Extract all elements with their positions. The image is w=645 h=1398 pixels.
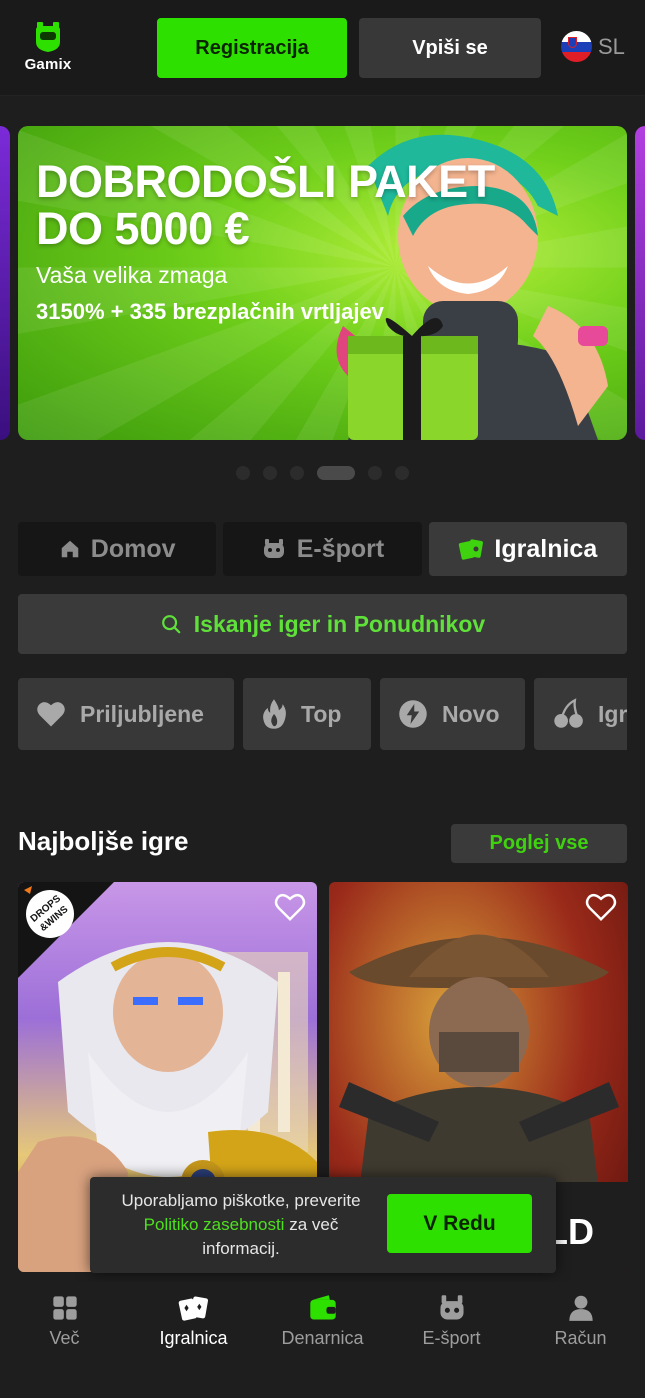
filter-new[interactable]: Novo [380, 678, 525, 750]
nav-item-account[interactable]: Račun [516, 1282, 645, 1398]
chip-label: Top [301, 700, 342, 727]
gift-box [348, 318, 478, 440]
banner-title-line1: DOBRODOŠLI PAKET [36, 156, 495, 207]
nav-label: E-šport [422, 1328, 481, 1348]
section-title: Najboljše igre [18, 826, 189, 856]
banner-title: DOBRODOŠLI PAKET DO 5000 € [36, 158, 495, 252]
nav-label: Več [49, 1328, 80, 1348]
logo[interactable]: Gamix [18, 20, 78, 80]
carousel-dot[interactable] [368, 466, 382, 480]
cards-icon [459, 539, 484, 560]
home-icon [61, 540, 79, 558]
carousel-dots [0, 466, 645, 480]
nav-item-esport[interactable]: E-šport [387, 1282, 516, 1398]
banner-title-line2: DO 5000 € [36, 203, 250, 254]
banner-prev-slide[interactable] [0, 126, 10, 440]
search-bar[interactable]: Iskanje iger in Ponudnikov [18, 594, 627, 654]
banner-next-slide[interactable] [635, 126, 645, 440]
login-button[interactable]: Vpiši se [359, 18, 541, 78]
tab-esport[interactable]: E-šport [223, 522, 422, 576]
heart-icon [37, 702, 65, 727]
banner-subtitle: Vaša velika zmaga [36, 262, 228, 288]
nav-label: Račun [554, 1328, 607, 1348]
logo-text: Gamix [24, 56, 72, 73]
cherry-icon [554, 698, 583, 728]
cookie-banner: Uporabljamo piškotke, preverite Politiko… [90, 1177, 556, 1273]
carousel-dot-active[interactable] [317, 466, 355, 480]
drops-wins-badge: DROPS &WINS [18, 882, 114, 978]
privacy-policy-link[interactable]: Politiko zasebnosti [144, 1215, 285, 1234]
cookie-text: Uporabljamo piškotke, preverite Politiko… [106, 1189, 376, 1261]
carousel-dot[interactable] [395, 466, 409, 480]
filter-top[interactable]: Top [243, 678, 371, 750]
promo-banner[interactable]: DOBRODOŠLI PAKET DO 5000 € Vaša velika z… [18, 126, 627, 440]
gamix-logo-icon [36, 22, 60, 52]
main-tabs: Domov E-šport Igralnica [18, 522, 627, 576]
robot-icon [439, 1295, 464, 1320]
tab-label: E-šport [296, 534, 385, 563]
slovenia-flag-icon [561, 31, 592, 62]
search-icon [161, 615, 181, 634]
cards-icon [178, 1296, 208, 1321]
cookie-text-before: Uporabljamo piškotke, preverite [121, 1191, 361, 1210]
language-code: SL [598, 33, 625, 59]
bottom-nav: Več Igralnica Denarnica E-šport Račun [0, 1282, 645, 1398]
cookie-accept-button[interactable]: V Redu [387, 1194, 532, 1253]
see-all-button[interactable]: Poglej vse [451, 824, 627, 863]
filter-chips: Priljubljene Top Novo Igr [18, 678, 627, 750]
chip-label: Novo [442, 700, 500, 727]
search-placeholder: Iskanje iger in Ponudnikov [193, 610, 486, 637]
user-icon [568, 1295, 593, 1321]
carousel-dot[interactable] [236, 466, 250, 480]
robot-icon [263, 539, 284, 558]
nav-label: Denarnica [281, 1328, 364, 1348]
chip-label: Igr [598, 700, 627, 727]
nav-label: Igralnica [159, 1328, 228, 1348]
tab-domov[interactable]: Domov [18, 522, 217, 576]
tab-label: Domov [90, 534, 176, 563]
fire-icon [263, 699, 286, 729]
banner-offer: 3150% + 335 brezplačnih vrtljajev [36, 299, 384, 324]
nav-item-more[interactable]: Več [0, 1282, 129, 1398]
favourite-heart-icon[interactable] [273, 892, 307, 922]
language-selector[interactable]: SL [561, 31, 625, 62]
carousel-dot[interactable] [290, 466, 304, 480]
carousel-dot[interactable] [263, 466, 277, 480]
register-button[interactable]: Registracija [157, 18, 347, 78]
tab-label: Igralnica [494, 534, 598, 563]
grid-icon [52, 1296, 77, 1320]
nav-item-casino[interactable]: Igralnica [129, 1282, 258, 1398]
page: Gamix Registracija Vpiši se SL DOBRODOŠL… [0, 0, 645, 1398]
bolt-icon [399, 700, 427, 728]
filter-favourites[interactable]: Priljubljene [18, 678, 234, 750]
wallet-icon [309, 1295, 336, 1320]
chip-label: Priljubljene [80, 700, 204, 727]
favourite-heart-icon[interactable] [584, 892, 618, 922]
filter-games[interactable]: Igr [534, 678, 627, 750]
nav-item-wallet[interactable]: Denarnica [258, 1282, 387, 1398]
header: Gamix Registracija Vpiši se SL [0, 0, 645, 96]
tab-igralnica[interactable]: Igralnica [428, 522, 627, 576]
